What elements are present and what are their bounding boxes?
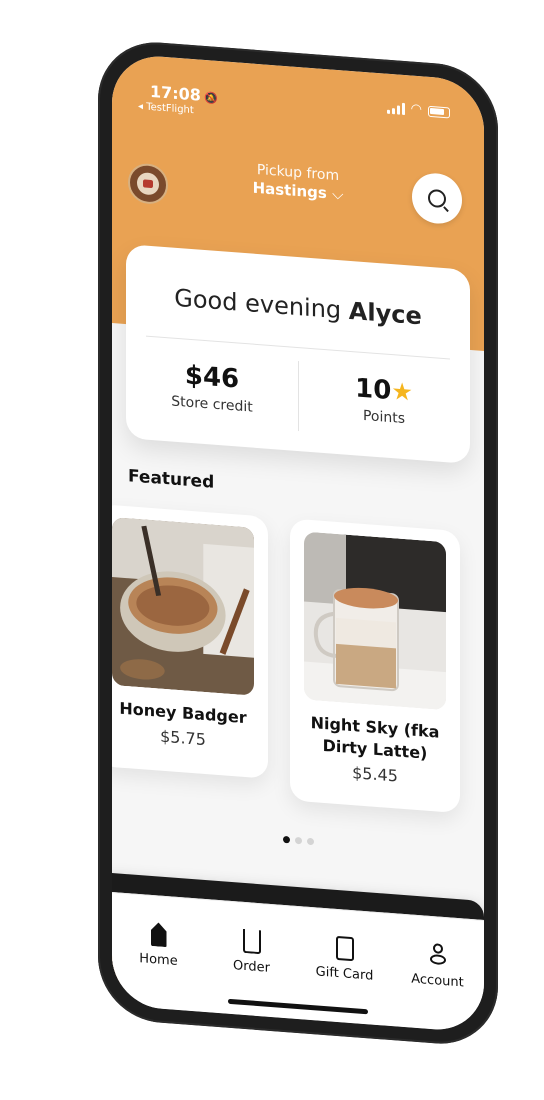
product-image bbox=[304, 531, 446, 711]
tab-order[interactable]: Order bbox=[205, 926, 298, 978]
store-credit-stat[interactable]: $46 Store credit bbox=[126, 356, 298, 419]
cart-icon bbox=[242, 928, 261, 955]
chevron-down-icon: ⌵ bbox=[332, 184, 344, 204]
pagination-dot[interactable] bbox=[306, 837, 314, 846]
tab-home[interactable]: Home bbox=[112, 919, 205, 971]
featured-item-card[interactable]: Honey Badger $5.75 bbox=[112, 504, 268, 779]
carousel-pagination[interactable] bbox=[112, 823, 484, 858]
battery-icon bbox=[428, 105, 450, 118]
user-name: Alyce bbox=[348, 296, 422, 331]
points-value: 10 bbox=[355, 373, 392, 407]
cup-logo-icon bbox=[137, 171, 159, 196]
tab-label: Gift Card bbox=[315, 964, 374, 984]
gift-icon bbox=[335, 935, 354, 962]
home-icon bbox=[151, 922, 167, 947]
product-name: Night Sky (fka Dirty Latte) bbox=[310, 712, 440, 763]
signal-icon bbox=[386, 102, 405, 116]
star-icon: ★ bbox=[391, 377, 413, 407]
account-icon bbox=[429, 943, 447, 968]
search-icon bbox=[428, 188, 446, 209]
product-image bbox=[112, 517, 254, 696]
points-stat[interactable]: 10★ Points bbox=[298, 369, 470, 432]
featured-item-card[interactable]: Night Sky (fka Dirty Latte) $5.45 bbox=[290, 518, 460, 814]
greeting-card: Good evening Alyce $46 Store credit 10★ … bbox=[126, 244, 470, 464]
app-screen: 17:08 🔕 ◂ TestFlight ◠ Pickup from Hastin… bbox=[112, 53, 484, 1034]
phone-device: 17:08 🔕 ◂ TestFlight ◠ Pickup from Hastin… bbox=[98, 38, 498, 1049]
silent-bell-icon: 🔕 bbox=[203, 90, 218, 105]
tab-gift-card[interactable]: Gift Card bbox=[298, 933, 391, 985]
pagination-dot-active[interactable] bbox=[282, 835, 290, 844]
home-indicator bbox=[228, 998, 368, 1015]
tab-label: Account bbox=[411, 971, 464, 991]
tab-label: Order bbox=[233, 958, 270, 976]
wifi-icon: ◠ bbox=[410, 101, 422, 118]
app-screenshot: 17:08 🔕 ◂ TestFlight ◠ Pickup from Hastin… bbox=[0, 0, 544, 1100]
tab-account[interactable]: Account bbox=[391, 940, 484, 992]
tab-label: Home bbox=[139, 951, 178, 969]
greeting-text: Good evening Alyce bbox=[174, 283, 422, 331]
featured-heading: Featured bbox=[128, 466, 215, 493]
divider bbox=[146, 335, 450, 360]
pagination-dot[interactable] bbox=[294, 836, 302, 845]
